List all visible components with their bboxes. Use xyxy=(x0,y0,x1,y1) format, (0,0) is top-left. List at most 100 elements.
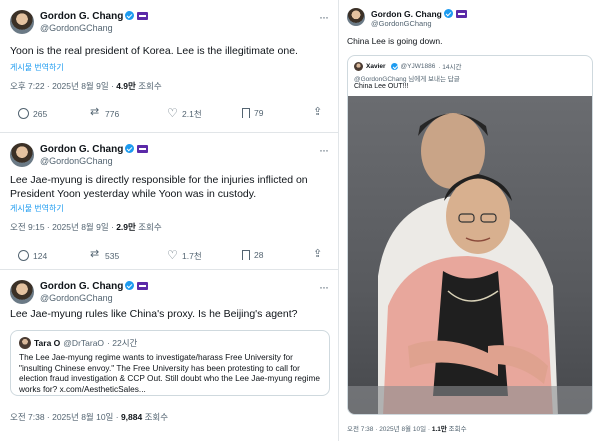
tweet-header: Gordon G. Chang @GordonGChang ··· xyxy=(10,10,329,36)
quoted-tweet-text: The Lee Jae-myung regime wants to invest… xyxy=(19,352,321,394)
bookmark-button[interactable]: 79 xyxy=(242,108,263,118)
tweet-meta: 오전 7:38 · 2025년 8월 10일 · 1.1만 조회수 xyxy=(347,423,467,433)
quoted-tweet-age: · 14시간 xyxy=(438,64,462,71)
retweet-icon xyxy=(90,105,101,119)
reply-context: @GordonGChang 님에게 보내는 답글 xyxy=(354,76,460,83)
affiliation-flag-icon xyxy=(455,10,467,18)
view-count: 2.9만 xyxy=(116,222,136,232)
avatar[interactable] xyxy=(10,143,34,167)
affiliation-flag-icon xyxy=(137,282,149,290)
verified-badge-icon xyxy=(125,144,135,153)
tweet-meta: 오전 7:38 · 2025년 8월 10일 · 9,884 조회수 xyxy=(10,411,168,423)
views-label: 조회수 xyxy=(135,222,162,232)
reply-button[interactable]: 124 xyxy=(18,250,47,261)
avatar[interactable] xyxy=(10,10,34,34)
heart-icon xyxy=(167,106,178,120)
retweet-button[interactable]: 776 xyxy=(90,105,120,119)
author-name[interactable]: Gordon G. Chang xyxy=(371,9,467,19)
share-icon xyxy=(313,247,324,261)
timestamp[interactable]: 오전 9:15 · 2025년 8월 9일 · xyxy=(10,222,116,232)
right-column: Gordon G. Chang @GordonGChang China Lee … xyxy=(338,0,600,441)
author-name[interactable]: Gordon G. Chang xyxy=(40,144,149,155)
verified-badge-icon xyxy=(390,62,398,70)
tweet[interactable]: Gordon G. Chang @GordonGChang ··· Yoon i… xyxy=(0,0,338,133)
left-column: Gordon G. Chang @GordonGChang ··· Yoon i… xyxy=(0,0,338,441)
share-button[interactable] xyxy=(313,105,324,119)
more-options-icon[interactable]: ··· xyxy=(319,280,329,294)
bookmark-button[interactable]: 28 xyxy=(242,250,263,260)
tweet[interactable]: Gordon G. Chang @GordonGChang ··· Lee Ja… xyxy=(0,270,338,441)
tweet-text: Lee Jae-myung rules like China's proxy. … xyxy=(10,308,298,320)
bookmark-count: 79 xyxy=(254,108,264,118)
author-handle[interactable]: @GordonGChang xyxy=(40,156,113,166)
author-name[interactable]: Gordon G. Chang xyxy=(40,281,149,292)
tweet-header: Gordon G. Chang @GordonGChang ··· xyxy=(10,280,329,306)
reply-button[interactable]: 265 xyxy=(18,108,47,119)
author-handle[interactable]: @GordonGChang xyxy=(371,19,432,28)
quoted-tweet-header: Tara O @DrTaraO · 22시간 xyxy=(19,337,321,349)
reply-count: 265 xyxy=(33,108,48,119)
quoted-tweet[interactable]: Tara O @DrTaraO · 22시간 The Lee Jae-myung… xyxy=(10,330,330,396)
heart-icon xyxy=(167,248,178,262)
author-handle[interactable]: @GordonGChang xyxy=(40,23,113,33)
reply-icon xyxy=(18,250,29,261)
like-button[interactable]: 2.1천 xyxy=(167,106,202,120)
translate-link[interactable]: 게시물 번역하기 xyxy=(10,62,64,73)
views-label: 조회수 xyxy=(135,81,162,91)
quoted-tweet-text: China Lee OUT!!! xyxy=(354,83,409,90)
like-button[interactable]: 1.7천 xyxy=(167,248,202,262)
views-label: 조회수 xyxy=(446,426,467,433)
affiliation-flag-icon xyxy=(137,145,149,153)
verified-badge-icon xyxy=(125,11,135,20)
bookmark-count: 28 xyxy=(254,250,264,260)
quoted-tweet-header: Xavier @YJW1886 · 14시간 xyxy=(354,61,461,71)
retweet-count: 535 xyxy=(105,250,120,261)
quoted-author-name: Tara O xyxy=(34,338,61,348)
view-count: 9,884 xyxy=(120,412,143,422)
more-options-icon[interactable]: ··· xyxy=(319,143,329,157)
tweet-meta: 오전 9:15 · 2025년 8월 9일 · 2.9만 조회수 xyxy=(10,221,162,233)
verified-badge-icon xyxy=(125,281,135,290)
author-handle[interactable]: @GordonGChang xyxy=(40,293,113,303)
verified-badge-icon xyxy=(443,9,453,18)
tweet-text: China Lee is going down. xyxy=(347,36,443,46)
retweet-button[interactable]: 535 xyxy=(90,247,120,261)
quoted-tweet[interactable]: Xavier @YJW1886 · 14시간 @GordonGChang 님에게… xyxy=(347,55,593,415)
avatar[interactable] xyxy=(10,280,34,304)
bookmark-icon xyxy=(242,108,250,118)
tweet-text: Lee Jae-myung is directly responsible fo… xyxy=(10,174,308,200)
retweet-count: 776 xyxy=(105,108,120,119)
tweet-text: Yoon is the real president of Korea. Lee… xyxy=(10,45,298,57)
quoted-tweet-age: · 22시간 xyxy=(107,338,138,348)
like-count: 2.1천 xyxy=(182,109,202,119)
translate-link[interactable]: 게시물 번역하기 xyxy=(10,203,64,214)
quoted-author-handle: @YJW1886 xyxy=(400,62,436,70)
attached-photo[interactable] xyxy=(348,96,592,414)
timestamp[interactable]: 오전 7:38 · 2025년 8월 10일 · xyxy=(347,426,432,433)
share-button[interactable] xyxy=(313,247,324,261)
author-name[interactable]: Gordon G. Chang xyxy=(40,11,149,22)
views-label: 조회수 xyxy=(142,412,169,422)
affiliation-flag-icon xyxy=(137,12,149,20)
avatar xyxy=(354,61,363,71)
quoted-author-name: Xavier xyxy=(366,62,386,70)
action-bar: 124 535 1.7천 28 xyxy=(10,247,328,264)
view-count: 1.1만 xyxy=(431,426,447,433)
more-options-icon[interactable]: ··· xyxy=(319,10,329,24)
tweet-header: Gordon G. Chang @GordonGChang xyxy=(347,8,593,34)
avatar xyxy=(19,337,31,349)
tweet-meta: 오후 7:22 · 2025년 8월 9일 · 4.9만 조회수 xyxy=(10,80,162,92)
tweet[interactable]: Gordon G. Chang @GordonGChang ··· Lee Ja… xyxy=(0,133,338,270)
tweet-header: Gordon G. Chang @GordonGChang ··· xyxy=(10,143,329,169)
like-count: 1.7천 xyxy=(182,251,202,261)
bookmark-icon xyxy=(242,250,250,260)
retweet-icon xyxy=(90,247,101,261)
timestamp[interactable]: 오후 7:22 · 2025년 8월 9일 · xyxy=(10,81,116,91)
view-count: 4.9만 xyxy=(116,81,136,91)
avatar[interactable] xyxy=(347,8,365,26)
share-icon xyxy=(313,105,324,119)
timestamp[interactable]: 오전 7:38 · 2025년 8월 10일 · xyxy=(10,412,121,422)
quoted-author-handle: @DrTaraO xyxy=(63,338,105,348)
photo-illustration xyxy=(348,113,592,414)
reply-icon xyxy=(18,108,29,119)
